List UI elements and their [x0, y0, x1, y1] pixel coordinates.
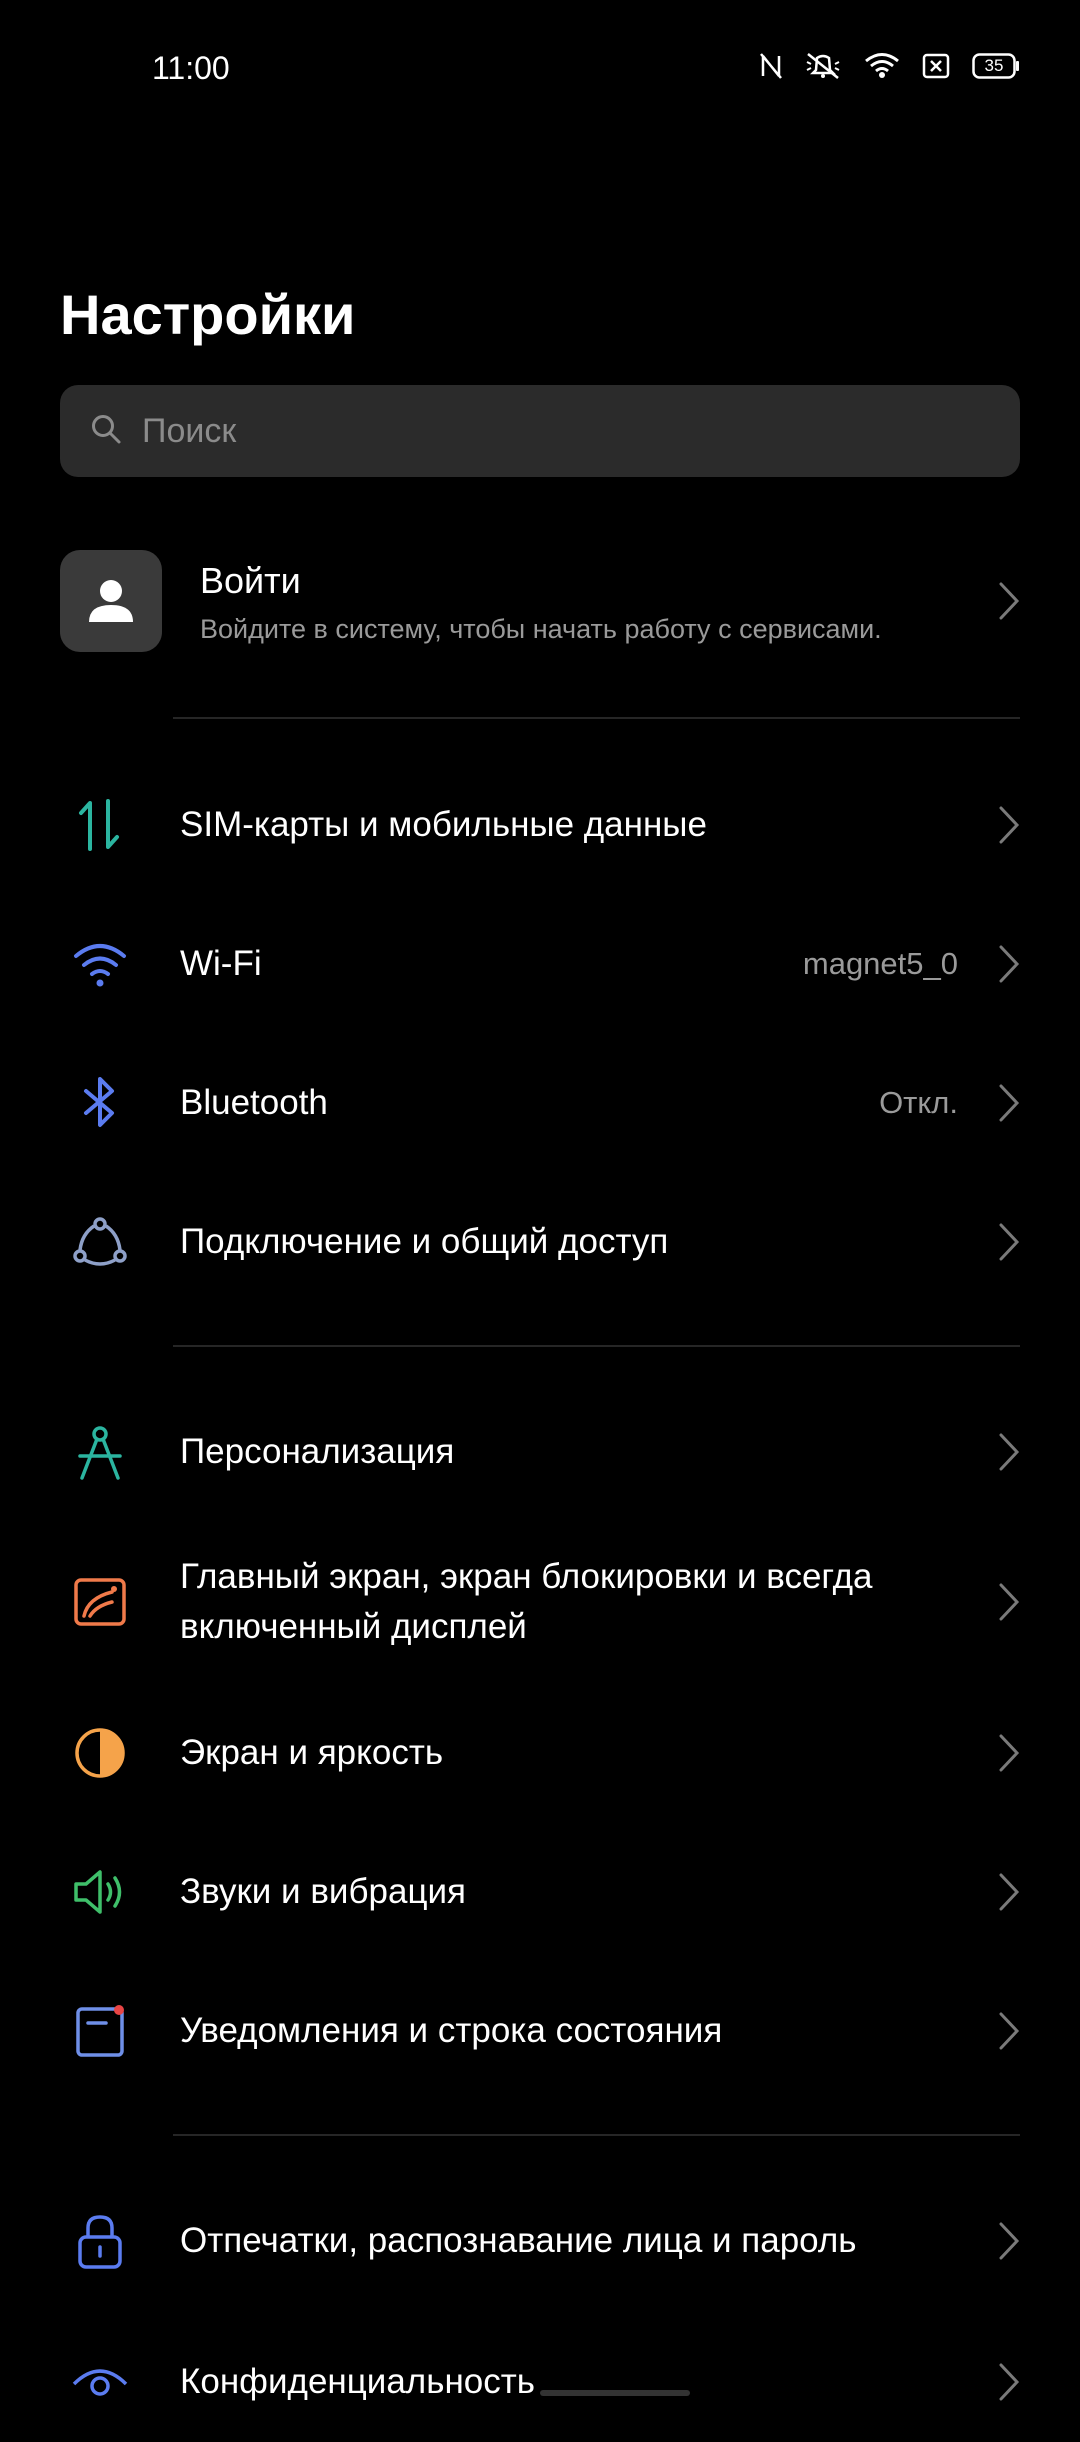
sign-in-subtitle: Войдите в систему, чтобы начать работу с…: [200, 614, 882, 644]
settings-item-label: Главный экран, экран блокировки и всегда…: [180, 1557, 873, 1646]
chevron-right-icon: [999, 1084, 1020, 1122]
brightness-icon: [75, 1728, 125, 1778]
settings-item-label: SIM-карты и мобильные данные: [180, 805, 707, 844]
settings-item-label: Персонализация: [180, 1432, 455, 1471]
search-input[interactable]: Поиск: [60, 385, 1020, 477]
nfc-icon: [760, 53, 782, 79]
status-bar: 11:00 35: [0, 0, 1080, 140]
wifi-network-name: magnet5_0: [802, 946, 958, 981]
settings-item-sim[interactable]: SIM-карты и мобильные данные: [0, 765, 1080, 885]
settings-item-wifi[interactable]: Wi-Fi magnet5_0: [0, 904, 1080, 1024]
sign-in-row[interactable]: Войти Войдите в систему, чтобы начать ра…: [60, 550, 1020, 652]
lock-icon: [78, 2215, 122, 2269]
settings-item-label: Отпечатки, распознавание лица и пароль: [180, 2221, 857, 2260]
search-icon: [90, 413, 122, 450]
settings-item-notifications[interactable]: Уведомления и строка состояния: [0, 1971, 1080, 2091]
settings-item-display[interactable]: Экран и яркость: [0, 1693, 1080, 1813]
bluetooth-status: Откл.: [879, 1085, 958, 1120]
home-indicator[interactable]: [540, 2390, 690, 2396]
settings-item-label: Экран и яркость: [180, 1733, 444, 1772]
settings-item-privacy[interactable]: Конфиденциальность: [0, 2322, 1080, 2442]
divider: [173, 1345, 1020, 1347]
divider: [173, 717, 1020, 719]
wallpaper-icon: [74, 1578, 126, 1626]
sim-missing-icon: [922, 53, 950, 79]
status-time: 11:00: [152, 50, 230, 86]
chevron-right-icon: [999, 1583, 1020, 1621]
speaker-icon: [74, 1870, 122, 1914]
settings-item-bluetooth[interactable]: Bluetooth Откл.: [0, 1043, 1080, 1163]
chevron-right-icon: [999, 582, 1020, 620]
compass-icon: [78, 1426, 122, 1480]
settings-item-security[interactable]: Отпечатки, распознавание лица и пароль: [0, 2181, 1080, 2301]
status-icons: 35: [760, 52, 1020, 80]
settings-item-label: Звуки и вибрация: [180, 1872, 466, 1911]
settings-item-home-screen[interactable]: Главный экран, экран блокировки и всегда…: [0, 1542, 1080, 1662]
chevron-right-icon: [999, 1433, 1020, 1471]
divider: [173, 2134, 1020, 2136]
connection-sharing-icon: [73, 1217, 127, 1266]
chevron-right-icon: [999, 1873, 1020, 1911]
battery-level: 35: [984, 56, 1004, 75]
settings-item-connection[interactable]: Подключение и общий доступ: [0, 1182, 1080, 1302]
wifi-status-icon: [864, 52, 900, 80]
chevron-right-icon: [999, 2222, 1020, 2260]
chevron-right-icon: [999, 1223, 1020, 1261]
sim-data-icon: [79, 799, 119, 851]
wifi-icon: [74, 944, 126, 987]
page-title: Настройки: [60, 283, 356, 346]
chevron-right-icon: [999, 2363, 1020, 2401]
person-icon: [89, 580, 133, 622]
chevron-right-icon: [999, 2012, 1020, 2050]
settings-item-label: Подключение и общий доступ: [180, 1222, 669, 1261]
sign-in-title: Войти: [200, 560, 301, 601]
search-placeholder: Поиск: [142, 411, 237, 450]
settings-item-label: Bluetooth: [180, 1083, 328, 1122]
mute-icon: [804, 52, 842, 80]
battery-icon: 35: [972, 53, 1020, 79]
privacy-eye-icon: [72, 2369, 128, 2396]
avatar: [60, 550, 162, 652]
chevron-right-icon: [999, 806, 1020, 844]
chevron-right-icon: [999, 945, 1020, 983]
notifications-icon: [76, 2005, 124, 2057]
bluetooth-icon: [84, 1077, 114, 1127]
chevron-right-icon: [999, 1734, 1020, 1772]
settings-item-personalization[interactable]: Персонализация: [0, 1392, 1080, 1512]
settings-item-sound[interactable]: Звуки и вибрация: [0, 1832, 1080, 1952]
settings-item-label: Уведомления и строка состояния: [180, 2011, 723, 2050]
